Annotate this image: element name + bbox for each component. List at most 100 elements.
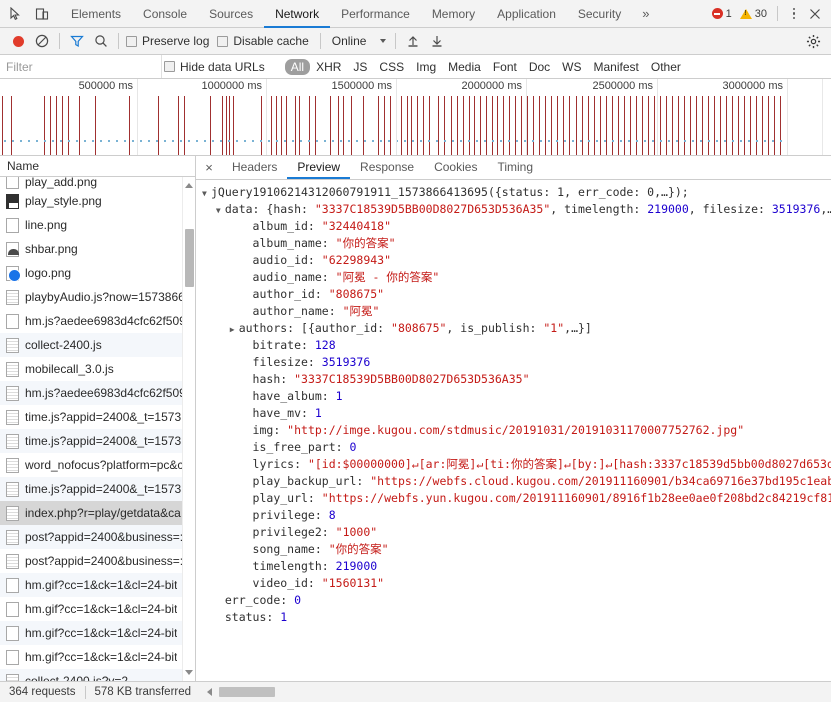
request-row[interactable]: hm.gif?cc=1&ck=1&cl=24-bit <box>0 597 195 621</box>
filter-type-css[interactable]: CSS <box>373 59 410 75</box>
preserve-log-checkbox[interactable]: Preserve log <box>124 34 215 48</box>
tab-security[interactable]: Security <box>567 1 632 28</box>
warning-counter[interactable]: 30 <box>737 8 770 20</box>
throttling-select[interactable]: Online <box>326 34 391 48</box>
more-tabs-icon[interactable]: » <box>632 0 659 27</box>
horizontal-scrollbar[interactable] <box>200 682 831 702</box>
json-line[interactable]: album_name: "你的答案" <box>196 235 831 252</box>
json-line[interactable]: data: {hash: "3337C18539D5BB00D8027D653D… <box>196 201 831 218</box>
overview-scrollbar[interactable] <box>822 79 831 155</box>
scroll-left-icon[interactable] <box>204 688 215 696</box>
json-line[interactable]: play_url: "https://webfs.yun.kugou.com/2… <box>196 490 831 507</box>
request-row[interactable]: mobilecall_3.0.js <box>0 357 195 381</box>
filter-input[interactable] <box>0 55 162 78</box>
more-options-icon[interactable] <box>785 5 803 23</box>
request-row[interactable]: index.php?r=play/getdata&ca <box>0 501 195 525</box>
scrollbar-thumb[interactable] <box>185 229 194 287</box>
device-toolbar-icon[interactable] <box>34 6 50 22</box>
request-row[interactable]: line.png <box>0 213 195 237</box>
filter-toggle-icon[interactable] <box>65 29 89 53</box>
disable-cache-checkbox[interactable]: Disable cache <box>215 34 314 48</box>
json-line[interactable]: audio_id: "62298943" <box>196 252 831 269</box>
request-row[interactable]: play_add.png <box>0 177 195 189</box>
json-line[interactable]: album_id: "32440418" <box>196 218 831 235</box>
filter-type-font[interactable]: Font <box>487 59 523 75</box>
json-line[interactable]: hash: "3337C18539D5BB00D8027D653D536A35" <box>196 371 831 388</box>
request-row[interactable]: play_style.png <box>0 189 195 213</box>
request-row[interactable]: playbyAudio.js?now=1573866 <box>0 285 195 309</box>
scroll-up-icon[interactable] <box>185 181 194 190</box>
disclosure-triangle-icon[interactable] <box>216 202 225 218</box>
filter-type-img[interactable]: Img <box>410 59 442 75</box>
tab-application[interactable]: Application <box>486 1 567 28</box>
inspect-element-icon[interactable] <box>8 6 24 22</box>
json-line[interactable]: privilege2: "1000" <box>196 524 831 541</box>
json-line[interactable]: filesize: 3519376 <box>196 354 831 371</box>
scrollbar-thumb[interactable] <box>219 687 275 697</box>
request-row[interactable]: time.js?appid=2400&_t=1573 <box>0 405 195 429</box>
json-line[interactable]: audio_name: "阿冕 - 你的答案" <box>196 269 831 286</box>
tab-preview[interactable]: Preview <box>287 156 350 179</box>
tab-cookies[interactable]: Cookies <box>424 156 487 179</box>
clear-button[interactable] <box>30 29 54 53</box>
request-row[interactable]: hm.js?aedee6983d4cfc62f5091 <box>0 309 195 333</box>
request-row[interactable]: time.js?appid=2400&_t=1573 <box>0 429 195 453</box>
request-list-scrollbar[interactable] <box>182 177 195 681</box>
filter-type-js[interactable]: JS <box>347 59 373 75</box>
record-button[interactable] <box>6 29 30 53</box>
filter-type-manifest[interactable]: Manifest <box>588 59 645 75</box>
tab-performance[interactable]: Performance <box>330 1 421 28</box>
error-counter[interactable]: 1 <box>709 8 735 20</box>
disclosure-triangle-icon[interactable] <box>202 185 211 201</box>
settings-gear-icon[interactable] <box>801 29 825 53</box>
request-row[interactable]: hm.gif?cc=1&ck=1&cl=24-bit <box>0 645 195 669</box>
request-row[interactable]: hm.gif?cc=1&ck=1&cl=24-bit <box>0 621 195 645</box>
json-line[interactable]: have_album: 1 <box>196 388 831 405</box>
tab-console[interactable]: Console <box>132 1 198 28</box>
tab-headers[interactable]: Headers <box>222 156 287 179</box>
json-line[interactable]: song_name: "你的答案" <box>196 541 831 558</box>
detail-close-icon[interactable]: × <box>196 156 222 179</box>
json-line[interactable]: author_id: "808675" <box>196 286 831 303</box>
json-line[interactable]: status: 1 <box>196 609 831 626</box>
tab-network[interactable]: Network <box>264 1 330 28</box>
json-line[interactable]: lyrics: "[id:$00000000]↵[ar:阿冕]↵[ti:你的答案… <box>196 456 831 473</box>
request-row[interactable]: shbar.png <box>0 237 195 261</box>
export-har-button[interactable] <box>425 29 449 53</box>
json-line[interactable]: is_free_part: 0 <box>196 439 831 456</box>
json-line[interactable]: play_backup_url: "https://webfs.cloud.ku… <box>196 473 831 490</box>
request-row[interactable]: collect-2400.js?v=2 <box>0 669 195 681</box>
tab-sources[interactable]: Sources <box>198 1 264 28</box>
close-icon[interactable] <box>805 5 825 23</box>
tab-memory[interactable]: Memory <box>421 1 486 28</box>
search-icon[interactable] <box>89 29 113 53</box>
filter-type-all[interactable]: All <box>285 59 310 75</box>
hide-data-urls-checkbox[interactable]: Hide data URLs <box>162 60 271 74</box>
filter-type-xhr[interactable]: XHR <box>310 59 347 75</box>
json-line[interactable]: jQuery19106214312060791911_1573866413695… <box>196 184 831 201</box>
json-line[interactable]: author_name: "阿冕" <box>196 303 831 320</box>
tab-timing[interactable]: Timing <box>487 156 543 179</box>
request-row[interactable]: time.js?appid=2400&_t=1573 <box>0 477 195 501</box>
request-list-header[interactable]: Name <box>0 156 195 177</box>
request-row[interactable]: post?appid=2400&business=: <box>0 525 195 549</box>
json-line[interactable]: privilege: 8 <box>196 507 831 524</box>
json-line[interactable]: img: "http://imge.kugou.com/stdmusic/201… <box>196 422 831 439</box>
request-row[interactable]: hm.gif?cc=1&ck=1&cl=24-bit <box>0 573 195 597</box>
json-line[interactable]: have_mv: 1 <box>196 405 831 422</box>
filter-type-other[interactable]: Other <box>645 59 687 75</box>
json-line[interactable]: bitrate: 128 <box>196 337 831 354</box>
filter-type-ws[interactable]: WS <box>556 59 587 75</box>
filter-type-media[interactable]: Media <box>442 59 487 75</box>
scroll-down-icon[interactable] <box>185 668 194 677</box>
tab-elements[interactable]: Elements <box>60 1 132 28</box>
request-row[interactable]: post?appid=2400&business=: <box>0 549 195 573</box>
json-line[interactable]: video_id: "1560131" <box>196 575 831 592</box>
json-line[interactable]: authors: [{author_id: "808675", is_publi… <box>196 320 831 337</box>
request-row[interactable]: hm.js?aedee6983d4cfc62f5091 <box>0 381 195 405</box>
request-list-body[interactable]: play_add.pngplay_style.pngline.pngshbar.… <box>0 177 195 681</box>
filter-type-doc[interactable]: Doc <box>523 59 556 75</box>
import-har-button[interactable] <box>401 29 425 53</box>
request-row[interactable]: logo.png <box>0 261 195 285</box>
network-overview[interactable]: 500000 ms1000000 ms1500000 ms2000000 ms2… <box>0 79 831 156</box>
